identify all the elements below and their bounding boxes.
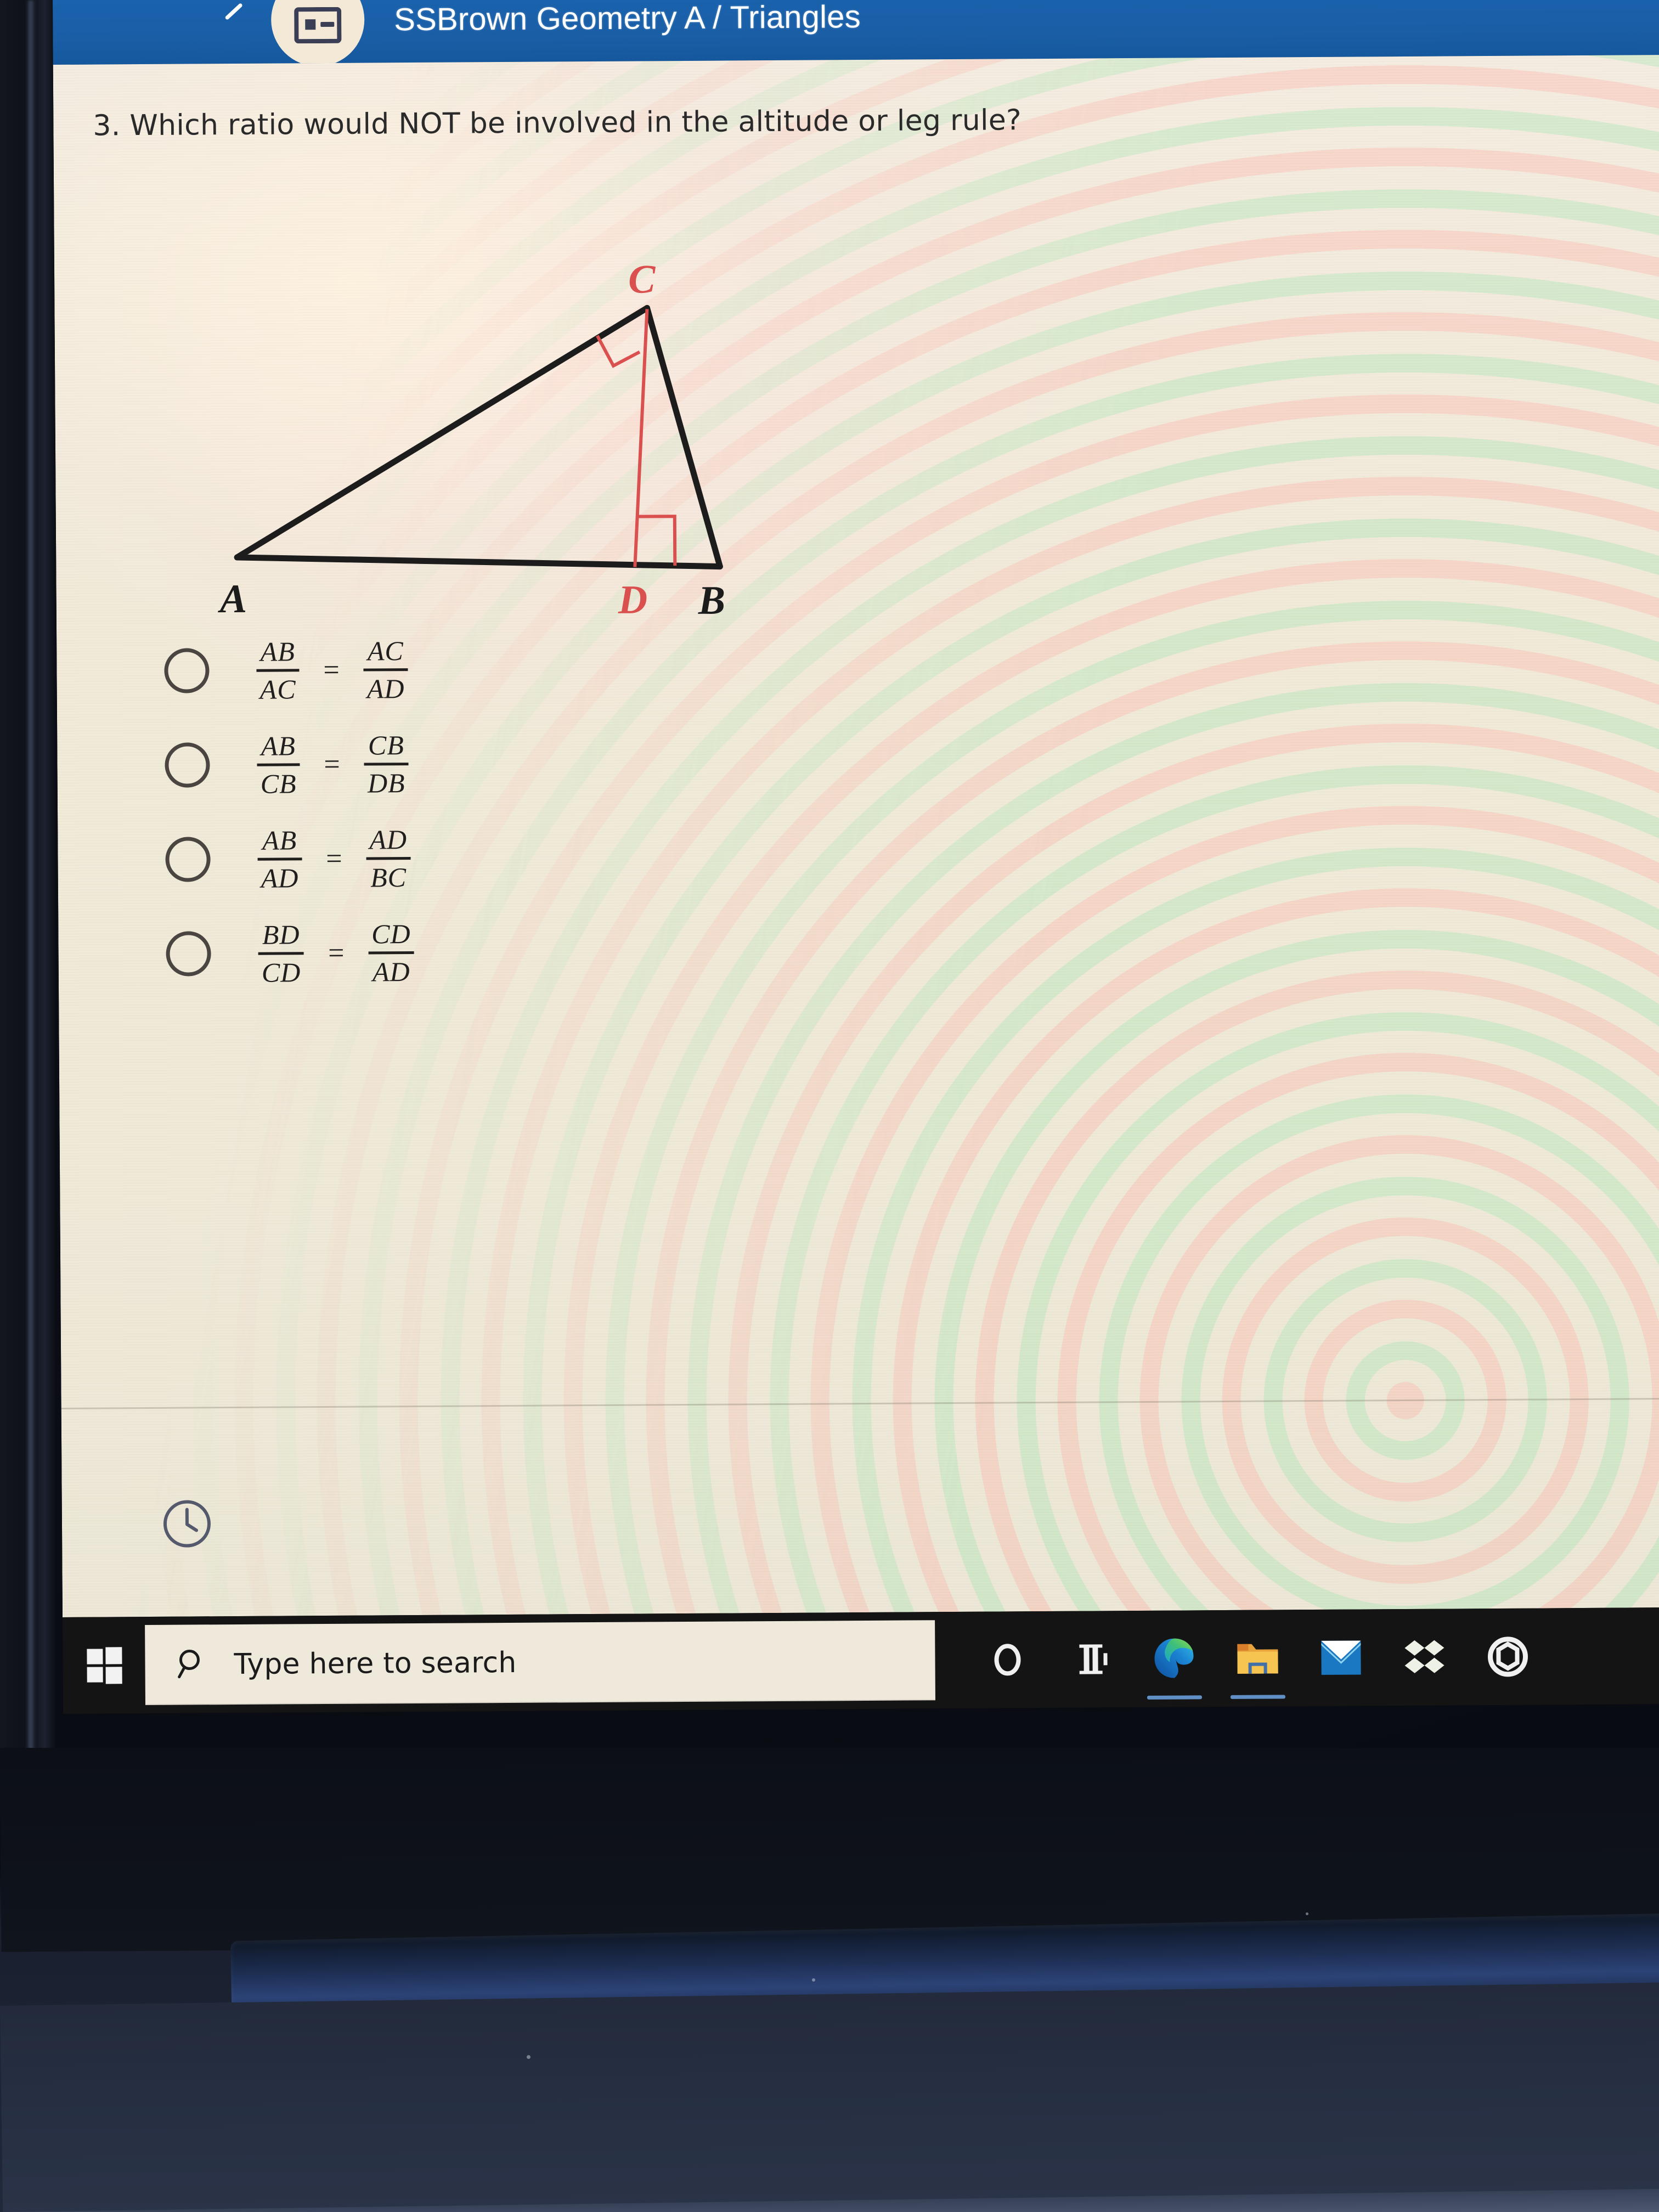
fraction-right-1: AC AD (363, 635, 408, 704)
fraction-bar (364, 762, 409, 766)
numerator: AB (260, 635, 295, 667)
fraction-bar (366, 856, 411, 860)
fraction-left-3: AB AD (257, 824, 302, 894)
fraction-right-3: AD BC (366, 823, 411, 893)
cortana-icon[interactable] (966, 1611, 1049, 1708)
numerator: BD (262, 918, 300, 950)
search-input[interactable]: Type here to search (145, 1620, 935, 1706)
windows-taskbar: Type here to search (63, 1607, 1659, 1714)
equals-sign: = (326, 843, 342, 874)
laptop-photo: SSBrown Geometry A / Triangles 3. Which … (0, 0, 1659, 2212)
fraction-bar (363, 668, 408, 672)
file-explorer-icon[interactable] (1216, 1610, 1300, 1707)
laptop-deck (0, 1982, 1659, 2212)
option-equation-2: AB CB = CB DB (257, 729, 409, 799)
fraction-bar (257, 857, 302, 861)
dust-speck (812, 1978, 815, 1982)
dust-speck (1306, 1912, 1308, 1915)
fraction-left-1: AB AC (256, 635, 300, 705)
denominator: AD (372, 956, 410, 987)
equals-sign: = (328, 937, 345, 969)
taskbar-icon-group (935, 1607, 1659, 1708)
numerator: AB (262, 824, 297, 856)
dropbox-icon[interactable] (1383, 1609, 1466, 1706)
denominator: CD (261, 956, 301, 988)
bezel-highlight (26, 0, 35, 1756)
question-text: 3. Which ratio would NOT be involved in … (93, 104, 1022, 143)
numerator: CB (368, 729, 404, 761)
fraction-bar (258, 951, 304, 955)
quiz-content-page: 3. Which ratio would NOT be involved in … (53, 55, 1659, 1617)
app-icon-partial[interactable] (1466, 1608, 1550, 1705)
quiz-form-icon (270, 0, 365, 65)
radio-button-4[interactable] (166, 931, 211, 977)
radio-button-2[interactable] (165, 742, 210, 788)
denominator: AD (261, 862, 299, 894)
fraction-left-4: BD CD (258, 918, 304, 988)
equals-sign: = (323, 654, 340, 686)
laptop-screen: SSBrown Geometry A / Triangles 3. Which … (53, 0, 1659, 1761)
search-placeholder-text: Type here to search (234, 1646, 517, 1681)
app-header-bar: SSBrown Geometry A / Triangles (53, 0, 1659, 65)
numerator: CD (371, 918, 411, 949)
fraction-left-2: AB CB (257, 730, 300, 799)
page-divider (61, 1398, 1659, 1409)
app-title: SSBrown Geometry A / Triangles (394, 0, 861, 38)
back-arrow-icon[interactable] (217, 1, 250, 34)
dust-speck (527, 2055, 531, 2059)
answer-options-list: AB AC = AC AD AB CB = CB DB AB AD = AD B… (111, 620, 772, 1001)
radio-button-3[interactable] (165, 837, 211, 882)
fraction-right-4: CD AD (368, 918, 414, 987)
svg-text:D: D (617, 577, 647, 622)
option-equation-3: AB AD = AD BC (257, 823, 411, 894)
laptop-body (0, 1748, 1659, 2212)
triangle-figure: A C D B (164, 258, 814, 624)
denominator: CB (260, 768, 297, 799)
option-equation-1: AB AC = AC AD (256, 635, 408, 705)
denominator: DB (367, 767, 405, 799)
windows-start-icon[interactable] (63, 1617, 145, 1714)
equals-sign: = (324, 748, 340, 780)
fraction-bar (256, 668, 300, 672)
option-equation-4: BD CD = CD AD (258, 918, 414, 988)
denominator: AC (259, 673, 296, 705)
svg-text:A: A (217, 577, 247, 622)
fraction-bar (368, 951, 414, 955)
denominator: BC (370, 861, 407, 893)
search-icon (176, 1646, 210, 1683)
task-view-icon[interactable] (1049, 1611, 1133, 1708)
svg-text:C: C (628, 258, 657, 302)
numerator: AC (367, 635, 404, 667)
numerator: AB (261, 730, 296, 761)
answer-option-4[interactable]: BD CD = CD AD (113, 903, 772, 1001)
answer-option-1[interactable]: AB AC = AC AD (111, 620, 770, 718)
denominator: AD (366, 673, 405, 704)
deck-edge (3, 2188, 1659, 2212)
answer-option-3[interactable]: AB AD = AD BC (112, 809, 771, 907)
microsoft-edge-icon[interactable] (1132, 1610, 1216, 1707)
answer-option-2[interactable]: AB CB = CB DB (112, 714, 771, 812)
mail-icon[interactable] (1299, 1609, 1383, 1706)
radio-button-1[interactable] (164, 648, 210, 693)
clock-icon[interactable] (162, 1498, 213, 1549)
fraction-right-2: CB DB (364, 729, 409, 799)
numerator: AD (369, 823, 408, 855)
svg-text:B: B (697, 578, 725, 623)
fraction-bar (257, 763, 300, 766)
